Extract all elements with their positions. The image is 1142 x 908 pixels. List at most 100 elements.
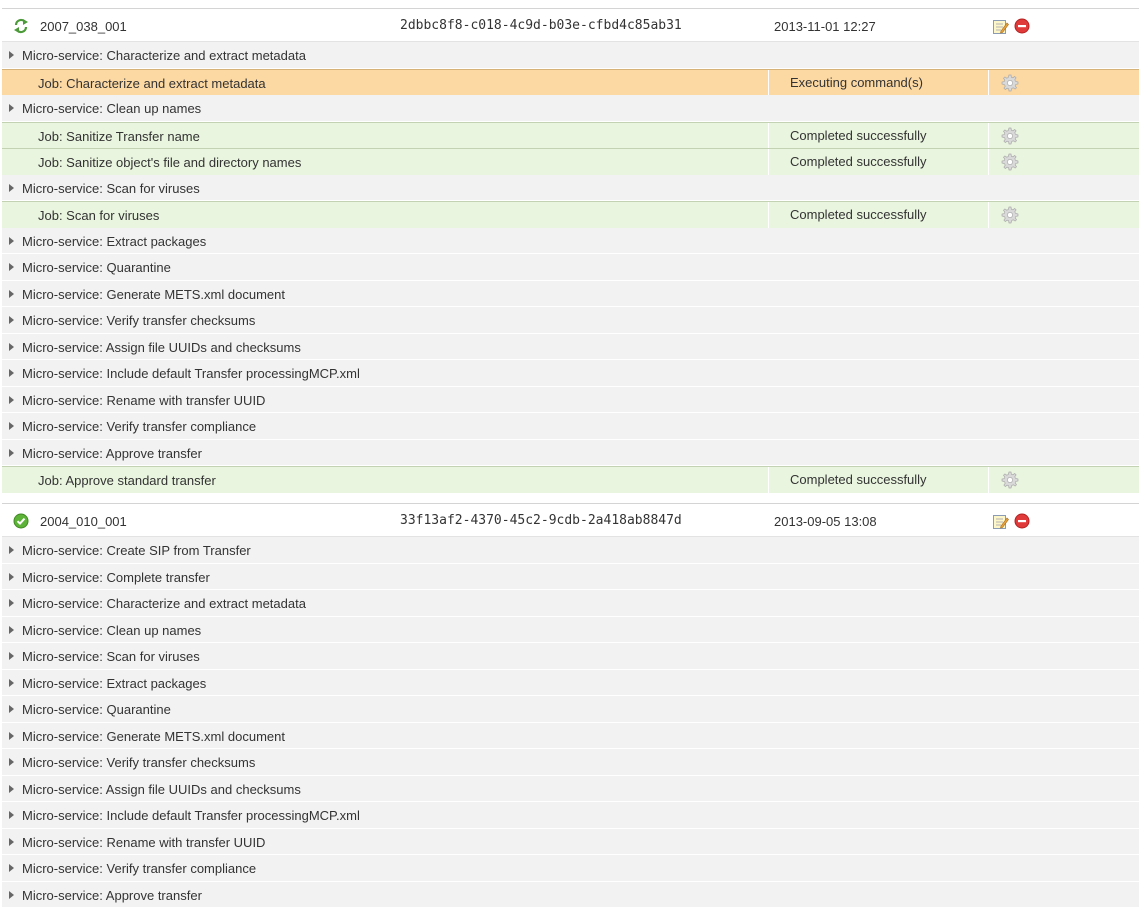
microservice-row[interactable]: Micro-service: Characterize and extract … — [2, 42, 1139, 69]
microservice-list: Micro-service: Characterize and extract … — [2, 42, 1139, 493]
remove-icon[interactable] — [1014, 513, 1030, 529]
job-row: Job: Characterize and extract metadata Ex… — [2, 69, 1139, 96]
microservice-label: Micro-service: Approve transfer — [22, 888, 202, 903]
remove-icon[interactable] — [1014, 18, 1030, 34]
microservice-label: Micro-service: Generate METS.xml documen… — [22, 729, 285, 744]
expand-arrow-icon[interactable] — [9, 290, 14, 298]
expand-arrow-icon[interactable] — [9, 785, 14, 793]
job-row: Job: Sanitize object's file and director… — [2, 148, 1139, 175]
microservice-label: Micro-service: Characterize and extract … — [22, 596, 306, 611]
microservice-label: Micro-service: Rename with transfer UUID — [22, 835, 265, 850]
microservice-row[interactable]: Micro-service: Extract packages — [2, 228, 1139, 255]
microservice-row[interactable]: Micro-service: Quarantine — [2, 254, 1139, 281]
transfer-2007-038-001: 2007_038_001 2dbbc8f8-c018-4c9d-b03e-cfb… — [2, 8, 1139, 493]
expand-arrow-icon[interactable] — [9, 104, 14, 112]
microservice-row[interactable]: Micro-service: Clean up names — [2, 95, 1139, 122]
edit-metadata-icon[interactable] — [992, 513, 1009, 530]
microservice-label: Micro-service: Quarantine — [22, 702, 171, 717]
microservice-label: Micro-service: Generate METS.xml documen… — [22, 287, 285, 302]
expand-arrow-icon[interactable] — [9, 838, 14, 846]
microservice-row[interactable]: Micro-service: Complete transfer — [2, 564, 1139, 591]
microservice-label: Micro-service: Quarantine — [22, 260, 171, 275]
transfer-actions — [992, 18, 1030, 35]
expand-arrow-icon[interactable] — [9, 237, 14, 245]
microservice-row[interactable]: Micro-service: Verify transfer checksums — [2, 749, 1139, 776]
job-tasks-cell — [988, 123, 1139, 149]
microservice-row[interactable]: Micro-service: Verify transfer checksums — [2, 307, 1139, 334]
job-tasks-cell — [988, 70, 1139, 96]
gear-icon[interactable] — [1001, 74, 1019, 92]
gear-icon[interactable] — [1001, 153, 1019, 171]
expand-arrow-icon[interactable] — [9, 599, 14, 607]
microservice-row[interactable]: Micro-service: Assign file UUIDs and che… — [2, 334, 1139, 361]
job-tasks-cell — [988, 149, 1139, 175]
expand-arrow-icon[interactable] — [9, 679, 14, 687]
expand-arrow-icon[interactable] — [9, 705, 14, 713]
microservice-row[interactable]: Micro-service: Scan for viruses — [2, 643, 1139, 670]
microservice-label: Micro-service: Extract packages — [22, 234, 206, 249]
expand-arrow-icon[interactable] — [9, 891, 14, 899]
microservice-row[interactable]: Micro-service: Verify transfer complianc… — [2, 855, 1139, 882]
microservice-row[interactable]: Micro-service: Generate METS.xml documen… — [2, 723, 1139, 750]
job-label: Job: Characterize and extract metadata — [38, 76, 266, 91]
expand-arrow-icon[interactable] — [9, 184, 14, 192]
expand-arrow-icon[interactable] — [9, 732, 14, 740]
expand-arrow-icon[interactable] — [9, 811, 14, 819]
microservice-row[interactable]: Micro-service: Create SIP from Transfer — [2, 537, 1139, 564]
microservice-row[interactable]: Micro-service: Generate METS.xml documen… — [2, 281, 1139, 308]
microservice-row[interactable]: Micro-service: Approve transfer — [2, 440, 1139, 467]
refresh-processing-icon — [13, 18, 29, 34]
edit-metadata-icon[interactable] — [992, 18, 1009, 35]
gear-icon[interactable] — [1001, 127, 1019, 145]
microservice-row[interactable]: Micro-service: Extract packages — [2, 670, 1139, 697]
job-label: Job: Approve standard transfer — [38, 473, 216, 488]
microservice-label: Micro-service: Clean up names — [22, 101, 201, 116]
expand-arrow-icon[interactable] — [9, 573, 14, 581]
microservice-label: Micro-service: Verify transfer complianc… — [22, 861, 256, 876]
expand-arrow-icon[interactable] — [9, 626, 14, 634]
expand-arrow-icon[interactable] — [9, 343, 14, 351]
expand-arrow-icon[interactable] — [9, 422, 14, 430]
microservice-label: Micro-service: Scan for viruses — [22, 181, 200, 196]
expand-arrow-icon[interactable] — [9, 546, 14, 554]
expand-arrow-icon[interactable] — [9, 449, 14, 457]
transfer-date: 2013-09-05 13:08 — [774, 514, 877, 529]
gear-icon[interactable] — [1001, 206, 1019, 224]
microservice-label: Micro-service: Characterize and extract … — [22, 48, 306, 63]
expand-arrow-icon[interactable] — [9, 652, 14, 660]
microservice-row[interactable]: Micro-service: Assign file UUIDs and che… — [2, 776, 1139, 803]
microservice-row[interactable]: Micro-service: Verify transfer complianc… — [2, 413, 1139, 440]
microservice-label: Micro-service: Clean up names — [22, 623, 201, 638]
check-circle-icon — [13, 513, 29, 529]
gear-icon[interactable] — [1001, 471, 1019, 489]
expand-arrow-icon[interactable] — [9, 369, 14, 377]
microservice-label: Micro-service: Assign file UUIDs and che… — [22, 340, 301, 355]
expand-arrow-icon[interactable] — [9, 396, 14, 404]
microservice-row[interactable]: Micro-service: Scan for viruses — [2, 175, 1139, 202]
microservice-row[interactable]: Micro-service: Quarantine — [2, 696, 1139, 723]
expand-arrow-icon[interactable] — [9, 758, 14, 766]
microservice-row[interactable]: Micro-service: Include default Transfer … — [2, 360, 1139, 387]
job-status: Executing command(s) — [768, 70, 988, 96]
transfer-uuid: 33f13af2-4370-45c2-9cdb-2a418ab8847d — [400, 513, 682, 528]
expand-arrow-icon[interactable] — [9, 864, 14, 872]
microservice-label: Micro-service: Rename with transfer UUID — [22, 393, 265, 408]
microservice-label: Micro-service: Verify transfer complianc… — [22, 419, 256, 434]
transfer-name: 2007_038_001 — [40, 19, 127, 34]
job-status: Completed successfully — [768, 202, 988, 228]
microservice-label: Micro-service: Create SIP from Transfer — [22, 543, 251, 558]
microservice-label: Micro-service: Include default Transfer … — [22, 808, 360, 823]
microservice-row[interactable]: Micro-service: Rename with transfer UUID — [2, 829, 1139, 856]
microservice-row[interactable]: Micro-service: Approve transfer — [2, 882, 1139, 908]
microservice-row[interactable]: Micro-service: Include default Transfer … — [2, 802, 1139, 829]
expand-arrow-icon[interactable] — [9, 316, 14, 324]
microservice-label: Micro-service: Approve transfer — [22, 446, 202, 461]
job-label: Job: Sanitize Transfer name — [38, 129, 200, 144]
microservice-row[interactable]: Micro-service: Characterize and extract … — [2, 590, 1139, 617]
microservice-label: Micro-service: Verify transfer checksums — [22, 755, 255, 770]
expand-arrow-icon[interactable] — [9, 51, 14, 59]
microservice-row[interactable]: Micro-service: Clean up names — [2, 617, 1139, 644]
microservice-row[interactable]: Micro-service: Rename with transfer UUID — [2, 387, 1139, 414]
job-status: Completed successfully — [768, 149, 988, 175]
expand-arrow-icon[interactable] — [9, 263, 14, 271]
